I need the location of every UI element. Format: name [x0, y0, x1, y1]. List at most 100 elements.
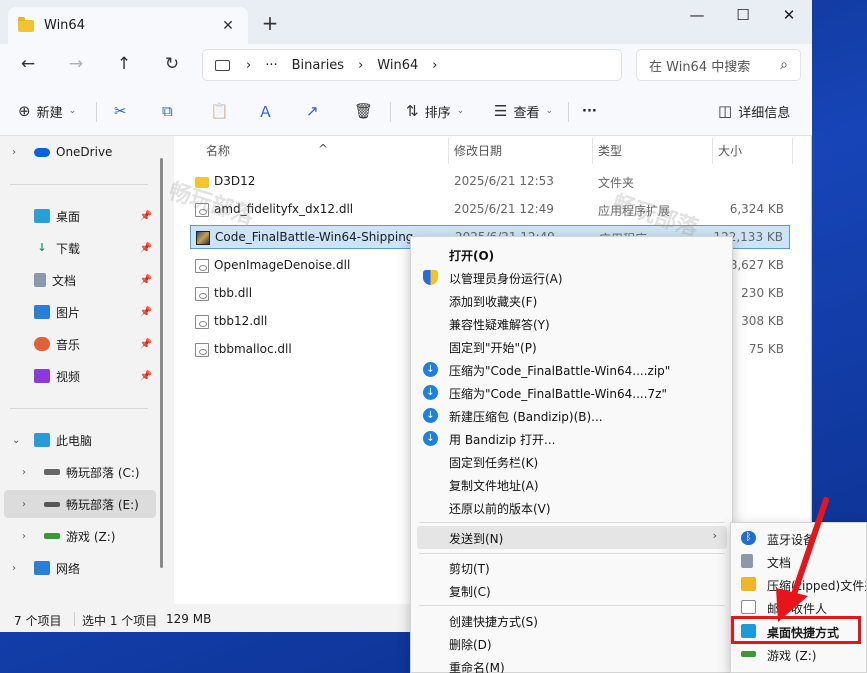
sidebar-item-onedrive[interactable]: › OneDrive	[0, 138, 156, 166]
view-icon: ☰	[494, 102, 508, 120]
menu-item-copy[interactable]: 复制(C)	[417, 579, 727, 602]
menu-item-label: 以管理员身份运行(A)	[449, 272, 563, 286]
menu-item-compress-zip[interactable]: ↓ 压缩为"Code_FinalBattle-Win64....zip"	[417, 358, 727, 381]
column-header-type[interactable]: 类型	[598, 142, 622, 159]
cut-button[interactable]: ✂	[114, 100, 133, 122]
breadcrumb-overflow[interactable]: ···	[265, 58, 277, 73]
up-button[interactable]: ↑	[110, 53, 138, 77]
copy-button[interactable]: ⧉	[162, 100, 179, 122]
breadcrumb-win64[interactable]: Win64	[377, 58, 418, 73]
menu-item-compat-troubleshoot[interactable]: 兼容性疑难解答(Y)	[417, 312, 727, 335]
tab-win64[interactable]: Win64 ✕	[8, 7, 248, 44]
sidebar-item-network[interactable]: › 网络	[0, 554, 156, 582]
close-button[interactable]: ✕	[766, 0, 812, 32]
menu-item-pin-taskbar[interactable]: 固定到任务栏(K)	[417, 450, 727, 473]
details-pane-button[interactable]: ◫ 详细信息	[718, 100, 790, 122]
sendto-zip-folder[interactable]: 压缩(zipped)文件夹	[735, 573, 866, 595]
sort-button[interactable]: ⇅ 排序 ⌄	[406, 100, 464, 122]
column-header-size[interactable]: 大小	[718, 142, 742, 159]
menu-divider	[419, 605, 725, 606]
music-icon	[34, 337, 50, 351]
minimize-button[interactable]: —	[674, 0, 720, 32]
back-button[interactable]: ←	[14, 53, 42, 77]
sidebar-item-downloads[interactable]: ↓ 下载 📌	[0, 234, 156, 262]
menu-item-label: 兼容性疑难解答(Y)	[449, 318, 550, 332]
sidebar-scrollbar[interactable]	[160, 158, 163, 568]
menu-item-add-favorites[interactable]: 添加到收藏夹(F)	[417, 289, 727, 312]
sidebar-item-documents[interactable]: 文档 📌	[0, 266, 156, 294]
menu-item-copy-path[interactable]: 复制文件地址(A)	[417, 473, 727, 496]
sendto-bluetooth[interactable]: ᛒ 蓝牙设备	[735, 527, 866, 549]
delete-button[interactable]: 🗑	[354, 100, 379, 122]
menu-item-new-archive[interactable]: ↓ 新建压缩包 (Bandizip)(B)...	[417, 404, 727, 427]
sendto-documents[interactable]: 文档	[735, 550, 866, 572]
collapse-caret-icon[interactable]: ⌄	[12, 435, 26, 446]
paste-button[interactable]: 📋	[210, 100, 235, 122]
menu-item-send-to[interactable]: 发送到(N) ›	[417, 526, 727, 549]
address-bar[interactable]: › ··· Binaries › Win64 ›	[202, 49, 622, 81]
sidebar-item-drive-e[interactable]: › 畅玩部落 (E:)	[4, 490, 156, 518]
sendto-mail[interactable]: 邮件收件人	[735, 596, 866, 618]
sidebar-item-this-pc[interactable]: ⌄ 此电脑	[0, 426, 156, 454]
column-divider[interactable]	[792, 138, 793, 164]
dll-file-icon	[195, 259, 209, 273]
refresh-button[interactable]: ↻	[158, 53, 186, 77]
pin-icon: 📌	[139, 370, 152, 382]
tab-close-icon[interactable]: ✕	[218, 18, 238, 34]
expand-caret-icon[interactable]: ›	[12, 147, 26, 158]
breadcrumb-sep[interactable]: ›	[432, 58, 437, 73]
status-divider	[74, 612, 75, 626]
menu-item-rename[interactable]: 重命名(M)	[417, 655, 727, 673]
sidebar-item-pictures[interactable]: 图片 📌	[0, 298, 156, 326]
title-bar: Win64 ✕ + — ☐ ✕	[0, 0, 812, 44]
menu-item-open-bandizip[interactable]: ↓ 用 Bandizip 打开...	[417, 427, 727, 450]
sidebar-item-drive-z[interactable]: › 游戏 (Z:)	[0, 522, 156, 550]
search-input[interactable]: 在 Win64 中搜索 ⌕	[636, 49, 801, 81]
expand-caret-icon[interactable]: ›	[12, 563, 26, 574]
menu-item-create-shortcut[interactable]: 创建快捷方式(S)	[417, 609, 727, 632]
menu-item-open[interactable]: 打开(O)	[417, 243, 727, 266]
expand-caret-icon[interactable]: ›	[22, 467, 36, 478]
column-divider[interactable]	[448, 138, 449, 164]
menu-item-restore-versions[interactable]: 还原以前的版本(V)	[417, 496, 727, 519]
menu-item-pin-start[interactable]: 固定到"开始"(P)	[417, 335, 727, 358]
expand-caret-icon[interactable]: ›	[22, 499, 36, 510]
more-options-button[interactable]: ···	[582, 100, 597, 122]
menu-item-compress-7z[interactable]: ↓ 压缩为"Code_FinalBattle-Win64....7z"	[417, 381, 727, 404]
sidebar-item-music[interactable]: 音乐 📌	[0, 330, 156, 358]
sendto-drive-z[interactable]: 游戏 (Z:)	[735, 643, 866, 665]
file-size: 8,627 KB	[729, 258, 784, 272]
details-icon: ◫	[718, 102, 733, 120]
new-tab-button[interactable]: +	[258, 12, 282, 36]
column-header-name[interactable]: 名称	[206, 142, 230, 159]
menu-item-run-as-admin[interactable]: 以管理员身份运行(A)	[417, 266, 727, 289]
maximize-button[interactable]: ☐	[720, 0, 766, 32]
sidebar-item-videos[interactable]: 视频 📌	[0, 362, 156, 390]
file-name: tbbmalloc.dll	[214, 342, 292, 356]
column-header-date[interactable]: 修改日期	[454, 142, 502, 159]
new-button[interactable]: ⊕ 新建 ⌄	[18, 100, 76, 122]
column-divider[interactable]	[592, 138, 593, 164]
file-name: OpenImageDenoise.dll	[214, 258, 351, 272]
tab-title: Win64	[44, 18, 85, 33]
sidebar-item-desktop[interactable]: 桌面 📌	[0, 202, 156, 230]
breadcrumb-binaries[interactable]: Binaries	[292, 58, 344, 73]
view-button[interactable]: ☰ 查看 ⌄	[494, 100, 553, 122]
breadcrumb-sep[interactable]: ›	[358, 58, 363, 73]
rename-button[interactable]: Ａ	[258, 100, 279, 122]
column-divider[interactable]	[712, 138, 713, 164]
share-button[interactable]: ↗	[306, 100, 325, 122]
table-row[interactable]: D3D12 2025/6/21 12:53 文件夹	[190, 170, 790, 194]
sidebar-divider	[10, 408, 148, 409]
menu-item-label: 用 Bandizip 打开...	[449, 433, 556, 447]
sidebar-item-label: 游戏 (Z:)	[66, 529, 116, 544]
menu-item-cut[interactable]: 剪切(T)	[417, 556, 727, 579]
column-header-row: 名称 ^ 修改日期 类型 大小	[174, 136, 794, 164]
sidebar-item-drive-c[interactable]: › 畅玩部落 (C:)	[0, 458, 156, 486]
sidebar-item-label: 网络	[56, 561, 81, 576]
sort-label: 排序	[424, 105, 451, 121]
computer-icon	[215, 59, 230, 71]
menu-item-delete[interactable]: 删除(D)	[417, 632, 727, 655]
expand-caret-icon[interactable]: ›	[22, 531, 36, 542]
forward-button[interactable]: →	[62, 53, 90, 77]
